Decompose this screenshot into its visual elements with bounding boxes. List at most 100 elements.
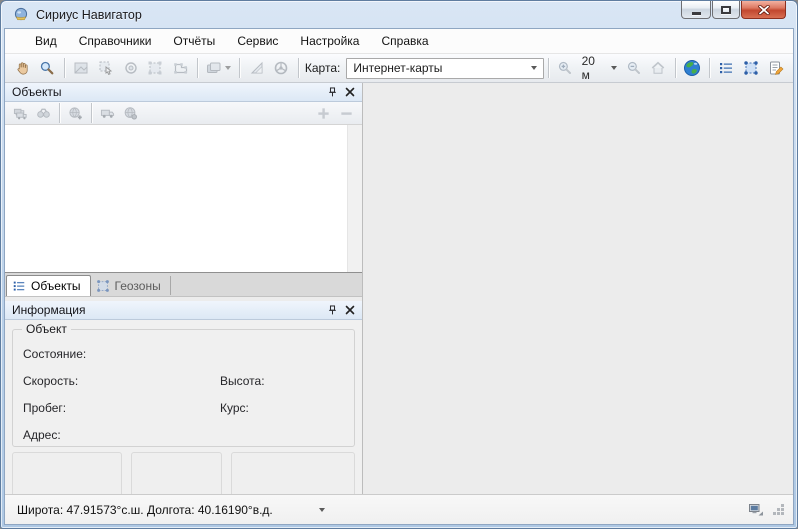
- edit-note-button[interactable]: [763, 56, 788, 80]
- polygon-select-button[interactable]: [168, 56, 193, 80]
- expand-all-button[interactable]: [312, 103, 335, 123]
- geozone-rect-icon: [743, 60, 759, 76]
- toolbar-separator: [91, 103, 92, 123]
- objects-list-icon: [12, 279, 26, 293]
- menu-servis[interactable]: Сервис: [226, 30, 289, 52]
- tab-geozones[interactable]: Геозоны: [91, 276, 171, 295]
- map-source-combobox[interactable]: Интернет-карты: [346, 58, 543, 79]
- main-row: Объекты: [5, 83, 793, 494]
- globe-marker-button[interactable]: [119, 103, 142, 123]
- globe-add-icon: [68, 106, 83, 121]
- zoom-scale-caret-icon: [611, 66, 617, 70]
- toolbar-separator: [197, 58, 198, 78]
- internet-globe-button[interactable]: [680, 56, 705, 80]
- minimize-button[interactable]: [681, 1, 711, 19]
- info-panel-header: Информация: [5, 301, 362, 320]
- zoom-scale-dropdown[interactable]: 20 м: [578, 56, 622, 80]
- objects-list-button[interactable]: [714, 56, 739, 80]
- circle-select-button[interactable]: [118, 56, 143, 80]
- info-close-button[interactable]: [342, 303, 358, 318]
- app-icon[interactable]: [13, 7, 29, 23]
- maximize-button[interactable]: [712, 1, 740, 19]
- menu-vid[interactable]: Вид: [24, 30, 68, 52]
- geozones-button[interactable]: [738, 56, 763, 80]
- globe-add-button[interactable]: [64, 103, 87, 123]
- info-box-1: [12, 452, 122, 499]
- status-bar: Широта: 47.91573°с.ш. Долгота: 40.16190°…: [5, 494, 793, 524]
- close-button[interactable]: [741, 1, 786, 19]
- rect-select-button[interactable]: [143, 56, 168, 80]
- home-icon: [650, 60, 666, 76]
- vertical-scrollbar[interactable]: [347, 125, 362, 272]
- pin-icon: [327, 304, 338, 316]
- maximize-icon: [721, 6, 731, 14]
- objects-pin-button[interactable]: [324, 85, 340, 100]
- measure-button[interactable]: [244, 56, 269, 80]
- zoom-out-button[interactable]: [621, 56, 646, 80]
- coordinates-format-caret[interactable]: [319, 508, 325, 512]
- ruler-triangle-icon: [249, 60, 265, 76]
- mileage-label: Пробег:: [23, 401, 220, 415]
- title-bar[interactable]: Сириус Навигатор: [1, 1, 797, 28]
- globe-marker-icon: [123, 106, 138, 121]
- address-label: Адрес:: [23, 428, 220, 442]
- info-box-3: [231, 452, 355, 499]
- home-button[interactable]: [646, 56, 671, 80]
- toolbar-separator: [675, 58, 676, 78]
- collapse-all-button[interactable]: [335, 103, 358, 123]
- wheel-icon: [273, 60, 289, 76]
- binoculars-button[interactable]: [32, 103, 55, 123]
- resize-grip[interactable]: [772, 503, 785, 516]
- info-pin-button[interactable]: [324, 303, 340, 318]
- info-bottom-boxes: [12, 452, 355, 499]
- menu-bar: Вид Справочники Отчёты Сервис Настройка …: [5, 29, 793, 53]
- close-icon: [345, 87, 355, 97]
- toolbar-separator: [239, 58, 240, 78]
- tab-objects-label: Объекты: [31, 279, 81, 293]
- zoom-scale-value: 20 м: [582, 54, 607, 82]
- menu-nastroyka[interactable]: Настройка: [289, 30, 370, 52]
- pin-icon: [327, 86, 338, 98]
- circle-select-icon: [123, 60, 139, 76]
- layers-button[interactable]: [202, 56, 236, 80]
- coordinates-text: Широта: 47.91573°с.ш. Долгота: 40.16190°…: [17, 503, 273, 517]
- map-select-icon: [73, 60, 89, 76]
- vehicle-group-icon: [13, 106, 28, 121]
- toolbar-separator: [298, 58, 299, 78]
- wheel-button[interactable]: [269, 56, 294, 80]
- close-icon: [758, 5, 770, 15]
- combobox-caret-icon: [531, 66, 537, 70]
- toolbar-separator: [548, 58, 549, 78]
- info-box-2: [131, 452, 222, 499]
- vehicle-button[interactable]: [96, 103, 119, 123]
- vehicle-icon: [100, 106, 115, 121]
- tab-objects[interactable]: Объекты: [6, 275, 91, 296]
- binoculars-icon: [36, 106, 51, 121]
- vehicle-group-button[interactable]: [9, 103, 32, 123]
- objects-panel-title: Объекты: [12, 85, 322, 99]
- objects-panel-header: Объекты: [5, 83, 362, 102]
- cursor-select-icon: [98, 60, 114, 76]
- map-select-button[interactable]: [69, 56, 94, 80]
- plus-icon: [316, 106, 331, 121]
- cursor-select-button[interactable]: [93, 56, 118, 80]
- zoom-select-button[interactable]: [35, 56, 60, 80]
- layers-icon: [206, 60, 222, 76]
- edit-note-icon: [768, 60, 784, 76]
- menu-spravka[interactable]: Справка: [370, 30, 439, 52]
- map-canvas[interactable]: [363, 83, 793, 494]
- objects-close-button[interactable]: [342, 85, 358, 100]
- objects-list-area[interactable]: [5, 125, 362, 273]
- state-label: Состояние:: [23, 347, 220, 361]
- pan-hand-button[interactable]: [10, 56, 35, 80]
- altitude-label: Высота:: [220, 374, 265, 388]
- dock-tabstrip: Объекты Геозоны: [5, 273, 362, 297]
- menu-otchety[interactable]: Отчёты: [162, 30, 226, 52]
- map-source-value: Интернет-карты: [353, 61, 442, 75]
- menu-spravochniki[interactable]: Справочники: [68, 30, 163, 52]
- layers-dropdown-caret: [225, 66, 231, 70]
- info-panel-content: Объект Состояние: Скорость: Высота: Проб…: [5, 320, 362, 494]
- zoom-in-button[interactable]: [553, 56, 578, 80]
- minimize-icon: [692, 12, 701, 15]
- object-groupbox: Объект Состояние: Скорость: Высота: Проб…: [12, 329, 355, 447]
